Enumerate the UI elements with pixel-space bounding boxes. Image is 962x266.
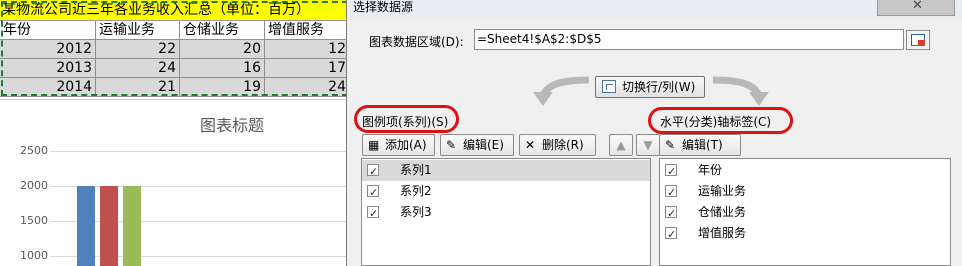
dialog-titlebar[interactable]: 选择数据源 ✕ — [347, 0, 962, 18]
header-cell-year[interactable]: 年份 — [0, 21, 96, 40]
cell[interactable]: 24 — [265, 78, 350, 97]
delete-series-button[interactable]: ✕ 删除(R) — [519, 134, 596, 156]
checkbox[interactable] — [665, 161, 677, 182]
switch-row-column-button[interactable]: 切换行/列(W) — [595, 76, 705, 98]
header-cell-value-added[interactable]: 增值服务 — [265, 21, 350, 40]
list-item[interactable]: 运输业务 — [660, 181, 950, 203]
edit-icon: ✎ — [665, 138, 676, 152]
list-item[interactable]: 增值服务 — [660, 223, 950, 245]
table-row: 2012 22 20 12 — [0, 40, 350, 59]
delete-icon: ✕ — [525, 138, 536, 152]
y-tick-label: 1000 — [20, 249, 48, 262]
chart-data-range-label: 图表数据区域(D): — [369, 35, 464, 49]
cell[interactable]: 2014 — [0, 78, 96, 97]
edit-label: 编辑(T) — [682, 138, 723, 152]
arrow-left-icon — [533, 76, 590, 106]
select-data-source-dialog: 选择数据源 ✕ 图表数据区域(D): =Sheet4!$A$2:$D$5 切换行… — [346, 0, 962, 266]
axis-item-label: 年份 — [698, 163, 723, 177]
cell[interactable]: 20 — [180, 40, 265, 59]
header-cell-transport[interactable]: 运输业务 — [96, 21, 180, 40]
axis-item-label: 运输业务 — [698, 184, 747, 198]
chart-bar[interactable] — [100, 186, 118, 266]
header-cell-storage[interactable]: 仓储业务 — [180, 21, 265, 40]
cell[interactable]: 2012 — [0, 40, 96, 59]
gridline — [50, 256, 350, 257]
cell[interactable]: 21 — [96, 78, 180, 97]
edit-icon: ✎ — [446, 138, 457, 152]
spreadsheet-area: 某物流公司近三年各业务收入汇总（单位：百万） 年份 运输业务 仓储业务 增值服务… — [0, 0, 350, 266]
chart-bar[interactable] — [77, 186, 95, 266]
arrow-right-icon — [712, 76, 769, 106]
move-up-button[interactable]: ▲ — [609, 134, 633, 156]
highlight-ellipse — [648, 107, 793, 134]
cell[interactable]: 19 — [180, 78, 265, 97]
sheet-title-row[interactable]: 某物流公司近三年各业务收入汇总（单位：百万） — [0, 0, 350, 21]
chart-data-range-input[interactable]: =Sheet4!$A$2:$D$5 — [474, 29, 904, 50]
dialog-title: 选择数据源 — [353, 0, 414, 14]
gridline — [50, 221, 350, 222]
edit-label: 编辑(E) — [463, 138, 504, 152]
close-button[interactable]: ✕ — [877, 0, 955, 16]
legend-toolbar: ▦ 添加(A) ✎ 编辑(E) ✕ 删除(R) ▲ ▼ — [362, 134, 660, 158]
y-tick-label: 1500 — [20, 214, 48, 227]
chart-bar[interactable] — [123, 186, 141, 266]
close-icon: ✕ — [912, 0, 923, 13]
table-row: 2014 21 19 24 — [0, 78, 350, 97]
add-series-button[interactable]: ▦ 添加(A) — [362, 134, 435, 156]
y-tick-label: 2000 — [20, 179, 48, 192]
checkbox[interactable] — [665, 203, 677, 224]
y-tick-label: 2500 — [20, 144, 48, 157]
axis-item-label: 仓储业务 — [698, 205, 747, 219]
checkbox[interactable] — [367, 182, 379, 203]
axis-toolbar: ✎ 编辑(T) — [659, 134, 745, 158]
edit-axis-labels-button[interactable]: ✎ 编辑(T) — [659, 134, 741, 156]
move-down-button[interactable]: ▼ — [636, 134, 660, 156]
checkbox[interactable] — [665, 182, 677, 203]
add-icon: ▦ — [368, 138, 380, 152]
edit-series-button[interactable]: ✎ 编辑(E) — [440, 134, 514, 156]
cell[interactable]: 22 — [96, 40, 180, 59]
checkbox[interactable] — [367, 203, 379, 224]
axis-item-label: 增值服务 — [698, 226, 747, 240]
cell[interactable]: 2013 — [0, 59, 96, 78]
cell[interactable]: 24 — [96, 59, 180, 78]
switch-icon — [602, 80, 616, 93]
legend-series-list[interactable]: 系列1 系列2 系列3 — [361, 158, 651, 266]
delete-label: 删除(R) — [542, 138, 584, 152]
header-row: 年份 运输业务 仓储业务 增值服务 — [0, 21, 350, 40]
gridline — [50, 151, 350, 152]
list-item[interactable]: 系列3 — [362, 202, 650, 224]
switch-label: 切换行/列(W) — [622, 80, 696, 94]
gridline — [50, 186, 350, 187]
list-item[interactable]: 系列1 — [362, 160, 650, 182]
range-collapse-button[interactable] — [906, 30, 930, 50]
cell[interactable]: 16 — [180, 59, 265, 78]
list-item[interactable]: 年份 — [660, 160, 950, 182]
table-row: 2013 24 16 17 — [0, 59, 350, 78]
series-label: 系列3 — [400, 205, 432, 219]
axis-labels-list[interactable]: 年份 运输业务 仓储业务 增值服务 — [659, 158, 951, 266]
add-label: 添加(A) — [385, 138, 427, 152]
series-label: 系列2 — [400, 184, 432, 198]
list-item[interactable]: 系列2 — [362, 181, 650, 203]
cell[interactable]: 12 — [265, 40, 350, 59]
chart-title[interactable]: 图表标题 — [200, 112, 264, 136]
chart-area[interactable]: 图表标题 1000 1500 2000 2500 — [0, 99, 350, 266]
highlight-ellipse — [354, 105, 459, 133]
range-select-icon — [911, 34, 925, 46]
series-label: 系列1 — [400, 163, 432, 177]
list-item[interactable]: 仓储业务 — [660, 202, 950, 224]
checkbox[interactable] — [665, 224, 677, 245]
checkbox[interactable] — [367, 161, 379, 182]
cell[interactable]: 17 — [265, 59, 350, 78]
